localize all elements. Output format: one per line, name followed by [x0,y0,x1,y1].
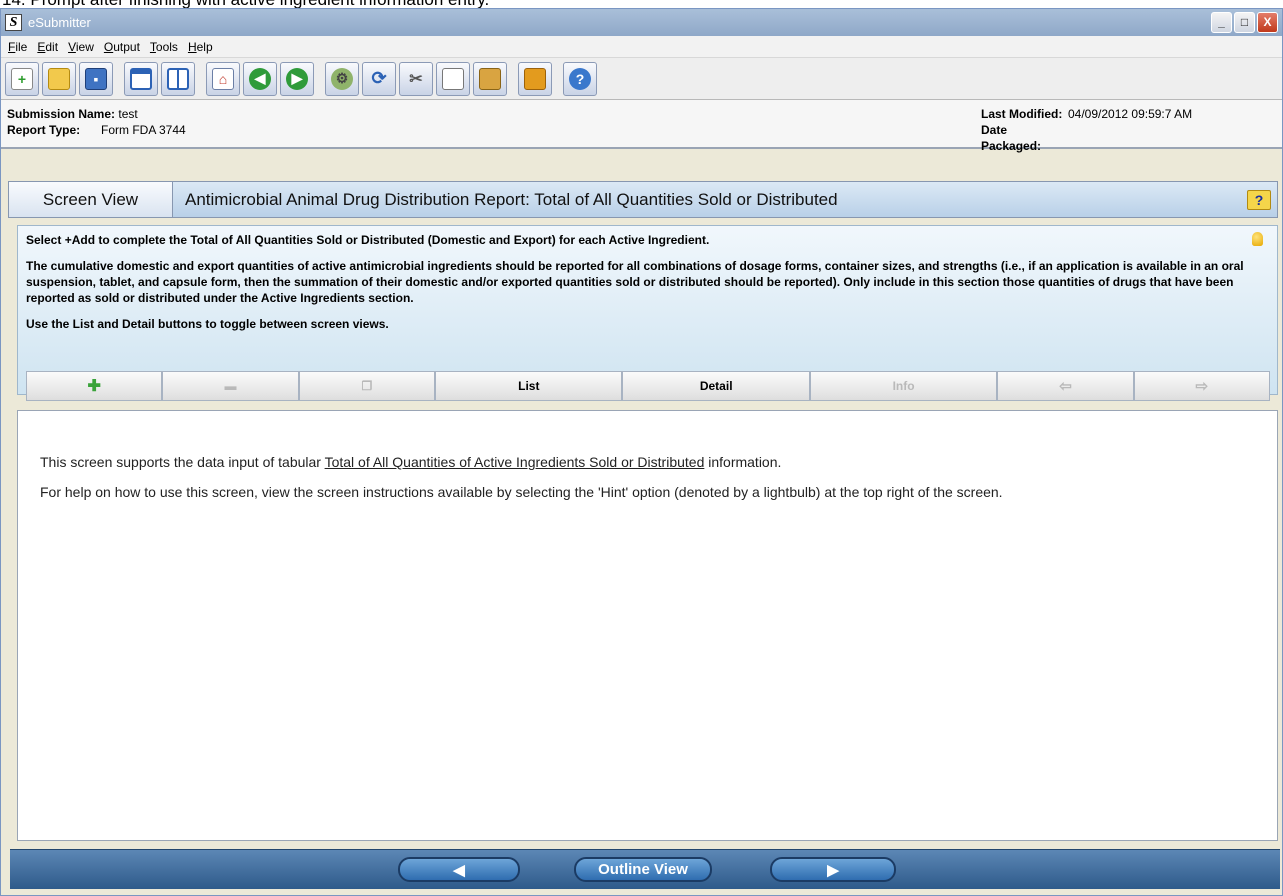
instruction-toggle: Use the List and Detail buttons to toggl… [26,317,389,331]
previous-arrow-icon: ◀ [453,861,465,879]
info-button[interactable]: Info [809,371,998,401]
submission-info: Submission Name: test Report Type: Form F… [1,100,1282,153]
gears-icon: ⚙ [331,67,353,90]
paste-icon [479,67,501,90]
cut-scissors-icon: ✂ [409,70,423,88]
window-title: eSubmitter [28,15,91,30]
content-area: This screen supports the data input of t… [17,410,1278,841]
screen-view-tab[interactable]: Screen View [9,182,173,217]
single-window-icon [130,67,152,90]
submission-name-value: test [118,107,138,121]
last-modified-label: Last Modified: [981,107,1063,121]
menu-view[interactable]: View [63,40,99,54]
new-document-button[interactable]: + [5,61,39,96]
help-text: For help on how to use this screen, view… [40,484,1003,500]
menu-edit[interactable]: Edit [32,40,63,54]
hint-lightbulb-icon[interactable] [1252,232,1263,246]
paste-button[interactable] [473,61,507,96]
home-button[interactable]: ⌂ [206,61,240,96]
remove-button[interactable]: ▬ [162,371,299,401]
intro-text: This screen supports the data input of t… [40,454,782,470]
section-header: Screen View Antimicrobial Animal Drug Di… [8,181,1278,218]
cut-button[interactable]: ✂ [399,61,433,96]
remove-minus-icon: ▬ [224,379,237,393]
menu-output[interactable]: Output [99,40,145,54]
save-disk-icon: ▪ [85,67,107,90]
restore-button[interactable]: □ [1234,12,1255,33]
menu-tools[interactable]: Tools [145,40,183,54]
copy-button[interactable] [436,61,470,96]
single-view-button[interactable] [124,61,158,96]
next-arrow-icon: ▶ [827,861,839,879]
screenshot-caption: 14. Prompt after finishing with active i… [0,0,1283,8]
footer-nav: ◀ Outline View ▶ [10,849,1280,889]
split-view-button[interactable] [161,61,195,96]
menu-help[interactable]: Help [183,40,218,54]
settings-button[interactable]: ⚙ [325,61,359,96]
package-icon [524,67,546,90]
instruction-add: Select +Add to complete the Total of All… [26,233,710,247]
next-screen-button[interactable]: ▶ [770,857,896,882]
new-document-icon: + [11,67,33,90]
previous-record-button[interactable]: ⇦ [997,371,1134,401]
next-record-button[interactable]: ⇨ [1133,371,1271,401]
help-button[interactable]: ? [563,61,597,96]
date-packaged-label: Date Packaged: [981,123,1042,153]
detail-button[interactable]: Detail [622,371,810,401]
open-button[interactable] [42,61,76,96]
minimize-button[interactable]: _ [1211,12,1232,33]
back-button[interactable]: ◀ [243,61,277,96]
title-bar: S eSubmitter _ □ X [1,9,1282,36]
list-button[interactable]: List [435,371,623,401]
copy-record-icon: ❐ [361,379,373,393]
total-quantities-link[interactable]: Total of All Quantities of Active Ingred… [325,454,705,470]
instructions-panel: Select +Add to complete the Total of All… [17,225,1278,395]
last-modified-value: 04/09/2012 09:59:7 AM [1068,107,1193,121]
close-button[interactable]: X [1257,12,1278,33]
save-button[interactable]: ▪ [79,61,113,96]
split-window-icon [167,67,189,90]
home-icon: ⌂ [212,67,234,90]
open-folder-icon [48,67,70,90]
instruction-cumulative: The cumulative domestic and export quant… [26,259,1244,305]
add-button[interactable]: ✚ [26,371,163,401]
record-button-bar: ✚ ▬ ❐ List Detail Info ⇦ ⇨ [26,371,1271,401]
refresh-button[interactable]: ⟳ [362,61,396,96]
refresh-icon: ⟳ [371,68,387,88]
right-arrow-icon: ⇨ [1195,378,1209,395]
report-type-value: Form FDA 3744 [101,123,186,137]
forward-arrow-icon: ▶ [286,67,308,90]
submission-name-label: Submission Name: [7,107,116,121]
menu-bar: File Edit View Output Tools Help [1,36,1282,58]
section-title: Antimicrobial Animal Drug Distribution R… [185,189,838,209]
help-folder-icon[interactable]: ? [1247,190,1271,210]
previous-screen-button[interactable]: ◀ [398,857,520,882]
menu-file[interactable]: File [3,40,32,54]
add-plus-icon: ✚ [87,378,101,395]
toolbar: + ▪ ⌂ ◀ ▶ ⚙ ⟳ ✂ ? [1,58,1282,100]
back-arrow-icon: ◀ [249,67,271,90]
report-type-label: Report Type: [7,123,81,137]
forward-button[interactable]: ▶ [280,61,314,96]
copy-icon [442,67,464,90]
help-icon: ? [569,67,591,90]
package-button[interactable] [518,61,552,96]
app-icon: S [5,14,22,31]
left-arrow-icon: ⇦ [1059,378,1072,395]
copy-record-button[interactable]: ❐ [298,371,436,401]
outline-view-button[interactable]: Outline View [574,857,712,882]
